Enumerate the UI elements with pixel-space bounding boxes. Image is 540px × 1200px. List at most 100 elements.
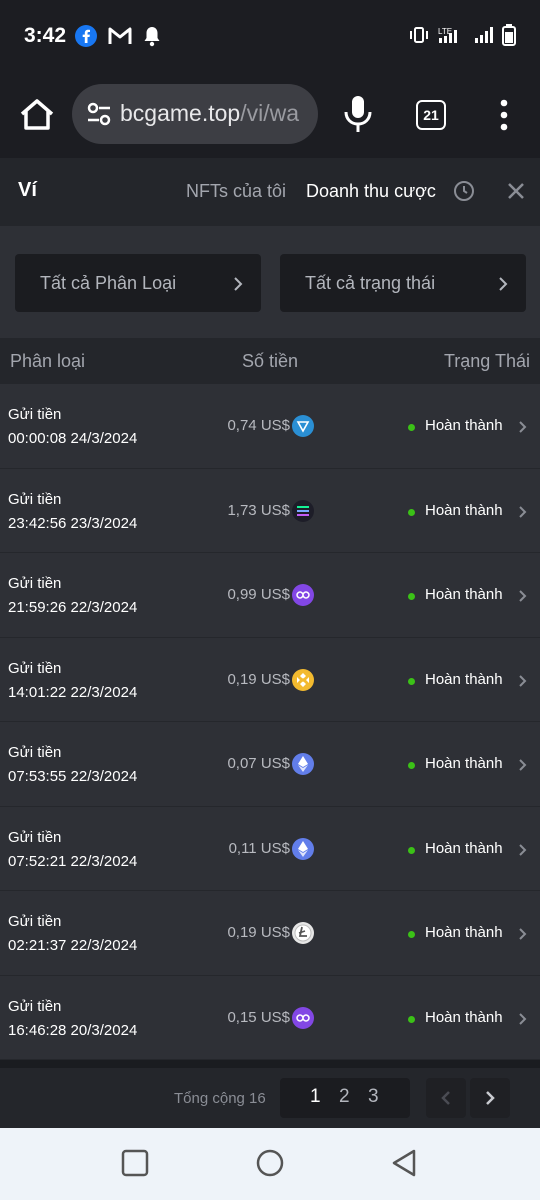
row-time: 21:59:26 22/3/2024 — [8, 599, 138, 616]
status-filter-label: Tất cả trạng thái — [305, 273, 436, 293]
row-time: 07:52:21 22/3/2024 — [8, 852, 138, 870]
row-amount: 0,19 US$ — [227, 670, 290, 688]
more-menu-icon[interactable] — [494, 98, 514, 132]
row-time: 14:01:22 22/3/2024 — [8, 683, 138, 701]
ethereum-coin-icon — [292, 837, 314, 860]
row-status: Hoàn thành — [425, 839, 503, 857]
row-type: Gửi tiền — [8, 490, 62, 508]
page-3-button[interactable]: 3 — [368, 1086, 379, 1108]
row-time: 07:53:55 22/3/2024 — [8, 768, 138, 785]
status-time: 3:42 — [24, 24, 67, 47]
lte-signal-icon: LTE — [438, 27, 457, 43]
back-icon[interactable] — [390, 1148, 420, 1178]
signal-icon — [475, 27, 493, 43]
chevron-left-icon — [441, 1091, 450, 1105]
url-host: bcgame.top — [120, 100, 241, 126]
tab-my-nfts[interactable]: NFTs của tôi — [186, 181, 286, 202]
battery-icon — [502, 24, 516, 46]
history-clock-icon[interactable] — [452, 179, 476, 203]
chevron-right-icon — [519, 843, 527, 856]
bnb-coin-icon — [292, 668, 314, 691]
chevron-right-icon — [519, 421, 527, 433]
status-dot — [408, 508, 415, 516]
row-status: Hoàn thành — [425, 924, 503, 941]
transaction-row[interactable]: Gửi tiền 23:42:56 23/3/2024 1,73 US$ Hoàn t… — [0, 468, 540, 553]
close-icon[interactable] — [505, 180, 527, 202]
polygon-coin-icon — [292, 584, 314, 606]
status-filter-dropdown[interactable]: Tất cả trạng thái — [280, 254, 526, 312]
chevron-right-icon — [499, 277, 508, 291]
page-2-button[interactable]: 2 — [339, 1086, 350, 1108]
transaction-row[interactable]: Gửi tiền 14:01:22 22/3/2024 0,19 US$ Hoàn t… — [0, 637, 540, 722]
chevron-right-icon — [519, 1012, 527, 1025]
tab-switcher-button[interactable]: 21 — [416, 100, 446, 130]
home-icon[interactable] — [16, 94, 58, 136]
status-dot — [408, 593, 415, 600]
polygon-coin-icon — [292, 1006, 314, 1029]
transaction-row[interactable]: Gửi tiền 00:00:08 24/3/2024 0,74 US$ Hoàn t… — [0, 384, 540, 469]
row-type: Gửi tiền — [8, 913, 62, 930]
status-dot — [408, 762, 415, 769]
site-settings-icon[interactable] — [86, 102, 112, 126]
recent-apps-icon[interactable] — [120, 1148, 150, 1178]
browser-toolbar: bcgame.top/vi/wa 21 — [0, 72, 540, 158]
column-status: Trạng Thái — [443, 351, 530, 371]
status-dot — [408, 931, 415, 938]
status-dot — [408, 1015, 415, 1023]
row-status: Hoàn thành — [425, 670, 503, 688]
microphone-icon[interactable] — [340, 92, 376, 136]
row-time: 00:00:08 24/3/2024 — [8, 430, 138, 447]
status-dot — [408, 846, 415, 854]
row-amount: 0,07 US$ — [227, 755, 290, 772]
transaction-row[interactable]: Gửi tiền 02:21:37 22/3/2024 0,19 US$ Hoàn t… — [0, 891, 540, 976]
url-bar[interactable]: bcgame.top/vi/wa — [72, 84, 318, 144]
chevron-right-icon — [519, 928, 527, 940]
notification-icons — [74, 24, 162, 48]
row-type: Gửi tiền — [8, 659, 62, 677]
row-amount: 0,11 US$ — [228, 839, 290, 857]
status-dot — [408, 424, 415, 431]
status-bar: 3:42 LTE — [0, 0, 540, 72]
chevron-right-icon — [519, 759, 527, 771]
column-type: Phân loại — [10, 351, 86, 371]
transaction-row[interactable]: Gửi tiền 16:46:28 20/3/2024 0,15 US$ Hoàn t… — [0, 975, 540, 1060]
row-type: Gửi tiền — [8, 828, 62, 846]
home-nav-icon[interactable] — [255, 1148, 285, 1178]
gmail-icon — [108, 27, 132, 44]
tab-bet-revenue[interactable]: Doanh thu cược — [306, 181, 436, 202]
page-1-button[interactable]: 1 — [310, 1086, 321, 1108]
transaction-row[interactable]: Gửi tiền 07:52:21 22/3/2024 0,11 US$ Hoàn t… — [0, 806, 540, 891]
row-status: Hoàn thành — [425, 501, 503, 519]
transaction-row[interactable]: Gửi tiền 21:59:26 22/3/2024 0,99 US$ Hoàn t… — [0, 553, 540, 638]
category-filter-dropdown[interactable]: Tất cả Phân Loại — [15, 254, 261, 312]
chevron-right-icon — [234, 277, 243, 291]
page-numbers: 1 2 3 — [280, 1078, 410, 1118]
chevron-right-icon — [519, 590, 527, 602]
row-amount: 1,73 US$ — [227, 501, 290, 519]
pagination: Tổng cộng 16 1 2 3 — [0, 1068, 540, 1128]
filter-bar: Tất cả Phân Loại Tất cả trạng thái — [0, 226, 540, 338]
solana-coin-icon — [292, 499, 314, 522]
next-page-button[interactable] — [470, 1078, 510, 1118]
chevron-right-icon — [519, 505, 527, 518]
prev-page-button[interactable] — [426, 1078, 466, 1118]
row-status: Hoàn thành — [425, 1008, 503, 1026]
wallet-title: Ví — [18, 179, 37, 201]
row-type: Gửi tiền — [8, 997, 62, 1015]
table-header: Phân loại Số tiền Trạng Thái — [0, 338, 540, 384]
tron-coin-icon — [292, 415, 314, 437]
row-type: Gửi tiền — [8, 744, 62, 761]
transaction-row[interactable]: Gửi tiền 07:53:55 22/3/2024 0,07 US$ Hoàn t… — [0, 722, 540, 807]
total-count: Tổng cộng 16 — [174, 1090, 266, 1107]
system-nav-bar — [0, 1128, 540, 1200]
category-filter-label: Tất cả Phân Loại — [40, 273, 177, 293]
row-amount: 0,15 US$ — [227, 1008, 290, 1026]
chevron-right-icon — [519, 674, 527, 687]
row-time: 02:21:37 22/3/2024 — [8, 937, 138, 954]
row-status: Hoàn thành — [425, 586, 503, 603]
row-time: 16:46:28 20/3/2024 — [8, 1021, 138, 1039]
url-text[interactable]: bcgame.top/vi/wa — [120, 100, 308, 127]
row-type: Gửi tiền — [8, 406, 62, 423]
litecoin-coin-icon — [292, 922, 314, 944]
column-amount: Số tiền — [242, 351, 299, 371]
